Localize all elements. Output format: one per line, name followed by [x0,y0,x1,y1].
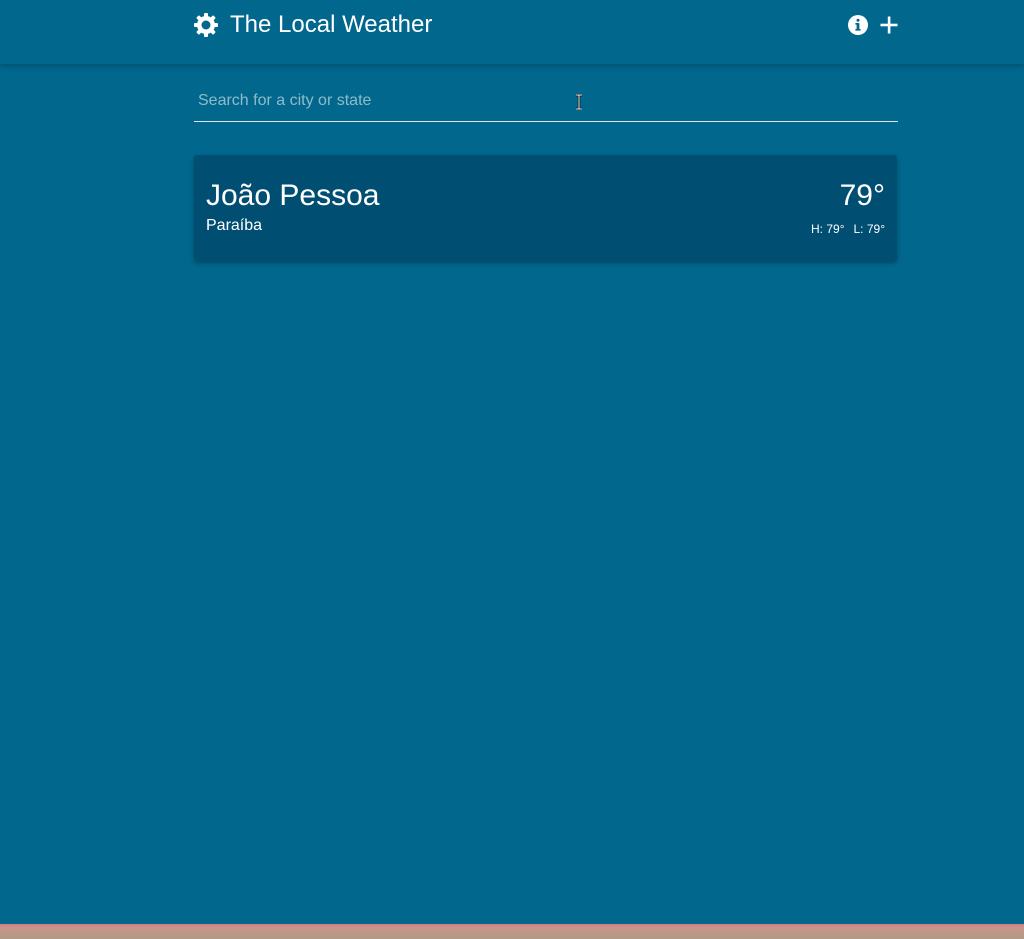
low-temperature: L: 79° [853,222,886,236]
weather-card[interactable]: João Pessoa Paraíba 79° H: 79° L: 79° [194,155,897,261]
state-name: Paraíba [206,217,263,234]
gear-sun-icon [193,12,219,38]
taskbar-edge [0,924,1024,939]
text-cursor-icon [574,93,584,111]
app-title: The Local Weather [230,11,433,38]
info-icon[interactable] [846,13,870,37]
app-header: The Local Weather [0,0,1024,64]
current-temperature: 79° [839,179,885,212]
search-bar [194,84,898,122]
header-actions [846,13,901,37]
high-temperature: H: 79° [811,222,845,236]
plus-icon[interactable] [877,13,901,37]
city-name: João Pessoa [206,179,380,212]
high-low: H: 79° L: 79° [811,222,885,236]
brand: The Local Weather [193,12,432,38]
search-input[interactable] [194,84,898,118]
